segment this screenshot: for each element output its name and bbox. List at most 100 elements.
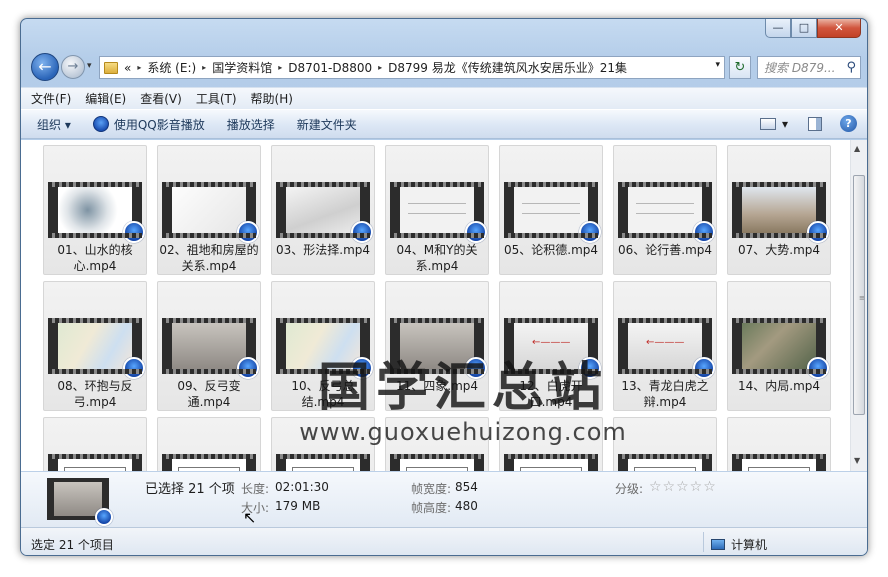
video-thumbnail	[48, 318, 145, 379]
forward-button[interactable]: →	[61, 55, 85, 79]
file-tile[interactable]: 01、山水的核心.mp4	[43, 145, 147, 275]
breadcrumb-separator-icon[interactable]: ▸	[378, 63, 382, 72]
breadcrumb-separator-icon[interactable]: ▸	[137, 63, 141, 72]
file-tile[interactable]	[43, 417, 147, 471]
file-tile[interactable]: 06、论行善.mp4	[613, 145, 717, 275]
scrollbar-thumb[interactable]: ≡	[853, 175, 865, 415]
scroll-up-icon[interactable]: ▲	[854, 144, 860, 153]
file-tile[interactable]	[385, 417, 489, 471]
breadcrumb-library[interactable]: 国学资料馆	[212, 59, 272, 76]
file-tile[interactable]	[727, 417, 831, 471]
status-location-label: 计算机	[731, 538, 768, 552]
file-tile[interactable]: 09、反弓变通.mp4	[157, 281, 261, 411]
menu-edit[interactable]: 编辑(E)	[85, 90, 126, 107]
file-tile[interactable]: 13、青龙白虎之辩.mp4	[613, 281, 717, 411]
breadcrumb-separator-icon[interactable]: ▸	[202, 63, 206, 72]
address-row: ← → ▾ « ▸ 系统 (E:) ▸ 国学资料馆 ▸ D8701-D8800 …	[29, 52, 861, 84]
thumbnail-frame	[742, 187, 816, 233]
qq-player-icon	[693, 221, 715, 243]
qq-player-icon	[579, 357, 601, 379]
maximize-button[interactable]: □	[791, 19, 817, 38]
menu-help[interactable]: 帮助(H)	[251, 90, 293, 107]
file-name: 10、反弓总结.mp4	[291, 379, 355, 409]
video-thumbnail	[390, 182, 487, 243]
file-tile[interactable]	[499, 417, 603, 471]
refresh-button[interactable]: ↻	[729, 56, 751, 79]
breadcrumb-separator-icon[interactable]: ▸	[278, 63, 282, 72]
thumbnail-frame	[628, 187, 702, 233]
menu-file[interactable]: 文件(F)	[31, 90, 71, 107]
view-dropdown-icon[interactable]: ▾	[782, 117, 788, 131]
file-tile[interactable]: 11、四象.mp4	[385, 281, 489, 411]
organize-button[interactable]: 组织 ▾	[37, 116, 71, 133]
file-tile[interactable]: 14、内局.mp4	[727, 281, 831, 411]
video-thumbnail	[162, 454, 256, 471]
file-tile[interactable]: 03、形法择.mp4	[271, 145, 375, 275]
recent-pages-icon[interactable]: ▾	[87, 61, 92, 71]
file-tile[interactable]: 08、环抱与反弓.mp4	[43, 281, 147, 411]
menu-view[interactable]: 查看(V)	[140, 90, 182, 107]
vertical-scrollbar[interactable]: ▲ ≡ ▼	[850, 140, 867, 471]
file-name: 05、论积德.mp4	[503, 243, 599, 257]
file-list[interactable]: 01、山水的核心.mp4 02、祖地和房屋的关系.mp4 03、形法择.mp4 04、…	[21, 140, 867, 471]
close-button[interactable]: ✕	[817, 19, 861, 38]
file-tile[interactable]	[271, 417, 375, 471]
video-thumbnail	[618, 454, 712, 471]
video-thumbnail	[276, 454, 370, 471]
new-folder-button[interactable]: 新建文件夹	[297, 116, 357, 133]
search-icon[interactable]: ⚲	[846, 60, 856, 75]
thumbnail-frame	[400, 323, 474, 369]
thumbnail-frame	[742, 323, 816, 369]
address-bar[interactable]: « ▸ 系统 (E:) ▸ 国学资料馆 ▸ D8701-D8800 ▸ D879…	[99, 56, 725, 79]
video-thumbnail	[732, 182, 829, 243]
video-thumbnail	[276, 182, 373, 243]
address-dropdown-icon[interactable]: ▾	[715, 60, 720, 70]
thumbnail-frame	[172, 323, 246, 369]
breadcrumb-range[interactable]: D8701-D8800	[288, 61, 372, 75]
file-name: 09、反弓变通.mp4	[177, 379, 241, 409]
file-name: 06、论行善.mp4	[617, 243, 713, 257]
menu-bar: 文件(F) 编辑(E) 查看(V) 工具(T) 帮助(H)	[21, 87, 867, 109]
back-button[interactable]: ←	[31, 53, 59, 81]
rating-stars[interactable]: ☆☆☆☆☆	[649, 479, 717, 495]
file-tile[interactable]: 07、大势.mp4	[727, 145, 831, 275]
file-name: 13、青龙白虎之辩.mp4	[621, 379, 709, 409]
change-view-icon[interactable]	[759, 117, 776, 130]
file-name: 04、M和Y的关系.mp4	[396, 243, 478, 273]
thumbnail-frame	[286, 323, 360, 369]
menu-tools[interactable]: 工具(T)	[196, 90, 237, 107]
command-bar: 组织 ▾ 使用QQ影音播放 播放选择 新建文件夹 ▾ ?	[21, 109, 867, 139]
play-selection-button[interactable]: 播放选择	[227, 116, 275, 133]
video-thumbnail	[48, 454, 142, 471]
thumbnail-frame	[286, 187, 360, 233]
file-tile[interactable]	[157, 417, 261, 471]
scroll-down-icon[interactable]: ▼	[854, 456, 860, 465]
frame-height-label: 帧高度:	[411, 501, 452, 515]
file-tile[interactable]: 05、论积德.mp4	[499, 145, 603, 275]
thumbnail-frame	[400, 187, 474, 233]
thumbnail-frame	[58, 459, 132, 471]
video-thumbnail	[276, 318, 373, 379]
breadcrumb-overflow[interactable]: «	[124, 61, 131, 75]
file-tile[interactable]: 02、祖地和房屋的关系.mp4	[157, 145, 261, 275]
scrollbar-grip-icon: ≡	[859, 294, 865, 302]
breadcrumb-drive[interactable]: 系统 (E:)	[147, 59, 196, 76]
rating-label: 分级:	[615, 482, 644, 496]
thumbnail-frame	[514, 187, 588, 233]
file-tile[interactable]: 04、M和Y的关系.mp4	[385, 145, 489, 275]
file-tile[interactable]: 10、反弓总结.mp4	[271, 281, 375, 411]
preview-pane-icon[interactable]	[808, 116, 822, 131]
file-tile[interactable]	[613, 417, 717, 471]
qq-player-icon	[807, 357, 829, 379]
thumbnail-frame	[514, 459, 588, 471]
minimize-button[interactable]: —	[765, 19, 791, 38]
file-tile[interactable]: 12、白虎开口.mp4	[499, 281, 603, 411]
qq-play-button[interactable]: 使用QQ影音播放	[92, 116, 205, 133]
search-input[interactable]: 搜索 D879... ⚲	[757, 56, 861, 79]
help-icon[interactable]: ?	[840, 115, 857, 132]
thumbnail-frame	[58, 187, 132, 233]
qq-player-icon	[351, 357, 373, 379]
video-thumbnail	[504, 454, 598, 471]
status-location: 计算机	[711, 536, 767, 553]
breadcrumb-current-folder[interactable]: D8799 易龙《传统建筑风水安居乐业》21集	[388, 59, 627, 76]
